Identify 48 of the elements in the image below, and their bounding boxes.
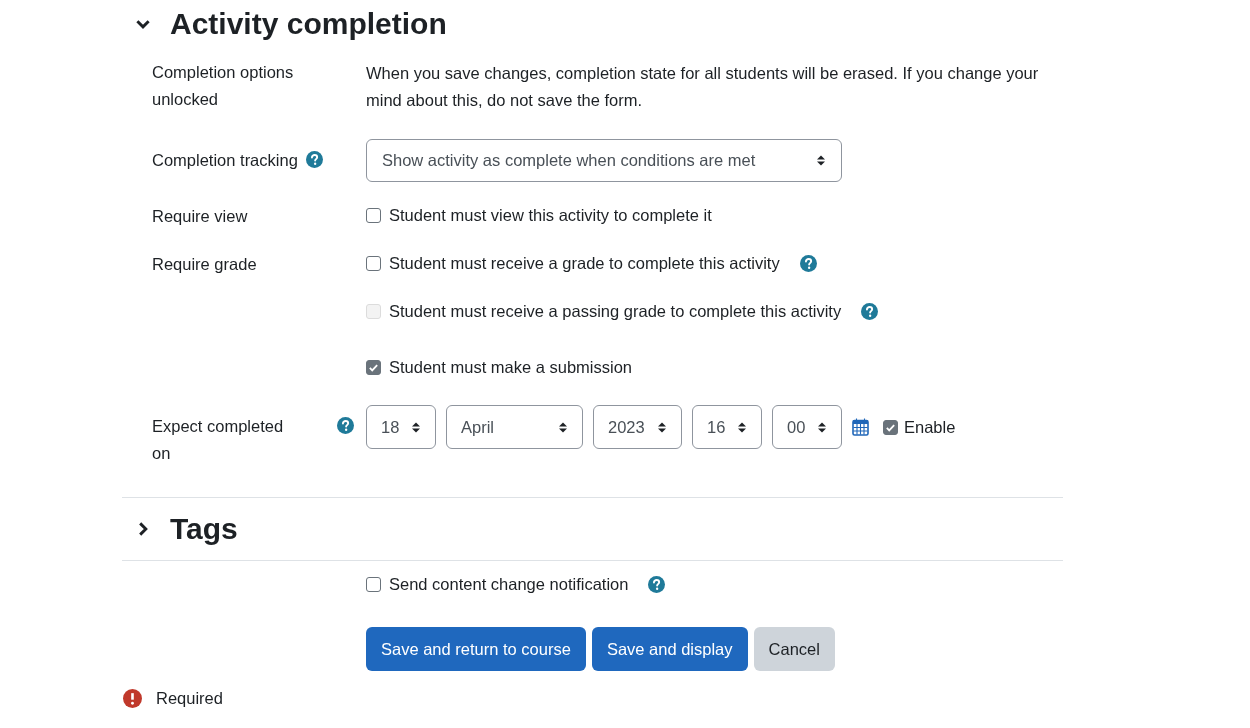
field-label: Completion options unlocked <box>152 62 295 110</box>
check-icon <box>368 362 379 373</box>
sort-arrows-icon <box>737 420 747 434</box>
help-icon[interactable] <box>337 417 354 434</box>
sort-arrows-icon <box>411 420 421 434</box>
help-icon[interactable] <box>799 255 817 272</box>
required-icon <box>123 689 142 708</box>
field-label: Completion tracking <box>152 150 298 171</box>
checkbox-label: Enable <box>904 416 956 438</box>
form-button[interactable]: Cancel <box>753 627 835 671</box>
field-label: Require grade <box>152 254 257 275</box>
checkbox[interactable] <box>883 419 898 435</box>
date-select[interactable]: 16 <box>692 405 762 449</box>
field-label: Require view <box>152 206 248 227</box>
checkbox-label: Student must receive a passing grade to complete this activity <box>389 301 842 322</box>
checkbox[interactable] <box>366 360 381 375</box>
date-select[interactable]: April <box>446 405 583 449</box>
checkbox-label: Send content change notification <box>389 574 629 595</box>
checkbox[interactable] <box>366 577 381 592</box>
sort-arrows-icon <box>817 420 827 434</box>
checkbox-label: Student must make a submission <box>389 357 633 378</box>
form-button[interactable]: Save and display <box>591 627 748 671</box>
warning-text: When you save changes, completion state for all students will be erased. If you change your mind about this, do not save the form. <box>366 63 1040 111</box>
sort-arrows-icon <box>558 420 568 434</box>
checkbox-label: Student must view this activity to complete it <box>389 205 712 226</box>
section-heading: Tags <box>170 511 238 547</box>
date-select[interactable]: 00 <box>772 405 842 449</box>
select-value: April <box>461 416 494 438</box>
date-select[interactable]: 18 <box>366 405 436 449</box>
sort-arrows-icon <box>816 154 826 167</box>
checkbox[interactable] <box>366 208 381 223</box>
required-note: Required <box>156 688 223 709</box>
select-value: Show activity as complete when conditions are met <box>382 150 756 171</box>
help-icon[interactable] <box>305 151 323 168</box>
form-button[interactable]: Save and return to course <box>366 627 586 671</box>
select-value: 16 <box>707 416 726 438</box>
checkbox-label: Student must receive a grade to complete this activity <box>389 253 780 274</box>
select-value: 00 <box>787 416 806 438</box>
date-select[interactable]: 2023 <box>593 405 682 449</box>
help-icon[interactable] <box>648 576 666 593</box>
select-value: 2023 <box>608 416 645 438</box>
checkbox[interactable] <box>366 256 381 271</box>
field-label: Expect completed on <box>152 416 285 464</box>
calendar-icon[interactable] <box>852 418 869 436</box>
select-field[interactable]: Show activity as complete when conditions are met <box>366 139 842 182</box>
section-heading: Activity completion <box>170 6 447 42</box>
sort-arrows-icon <box>657 420 667 434</box>
select-value: 18 <box>381 416 400 438</box>
